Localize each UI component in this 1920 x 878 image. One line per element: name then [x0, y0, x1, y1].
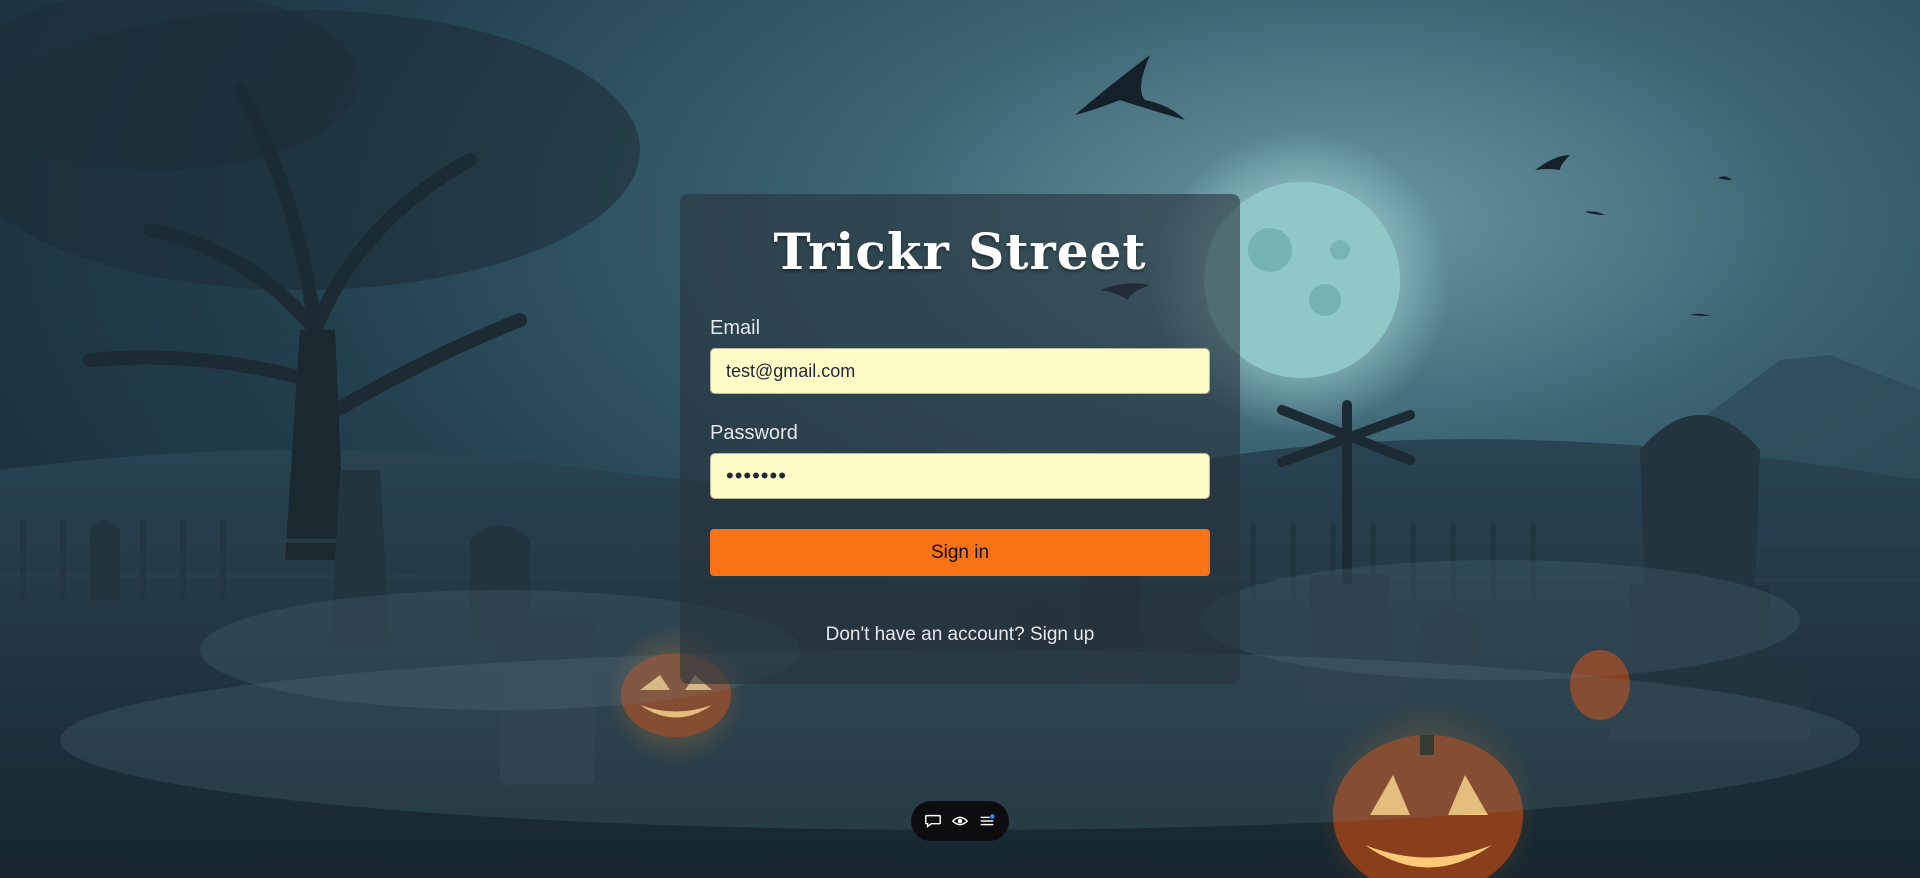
app-title: Trickr Street — [773, 222, 1147, 281]
password-field[interactable] — [710, 453, 1210, 499]
signup-prompt-text: Don't have an account? — [825, 624, 1025, 645]
menu-list-icon[interactable] — [975, 809, 999, 833]
bottom-toolbar — [911, 801, 1009, 841]
email-field[interactable] — [710, 348, 1210, 394]
password-label: Password — [710, 422, 798, 444]
signup-prompt-line: Don't have an account? Sign up — [710, 624, 1210, 646]
chat-icon[interactable] — [921, 809, 945, 833]
eye-icon[interactable] — [948, 809, 972, 833]
sign-in-button[interactable]: Sign in — [710, 529, 1210, 576]
halloween-background: Trickr Street Email Password Sign in Don… — [0, 0, 1920, 878]
notification-badge — [990, 814, 995, 819]
sign-up-link[interactable]: Sign up — [1030, 624, 1094, 645]
login-card: Trickr Street Email Password Sign in Don… — [680, 194, 1240, 684]
email-label: Email — [710, 317, 761, 339]
